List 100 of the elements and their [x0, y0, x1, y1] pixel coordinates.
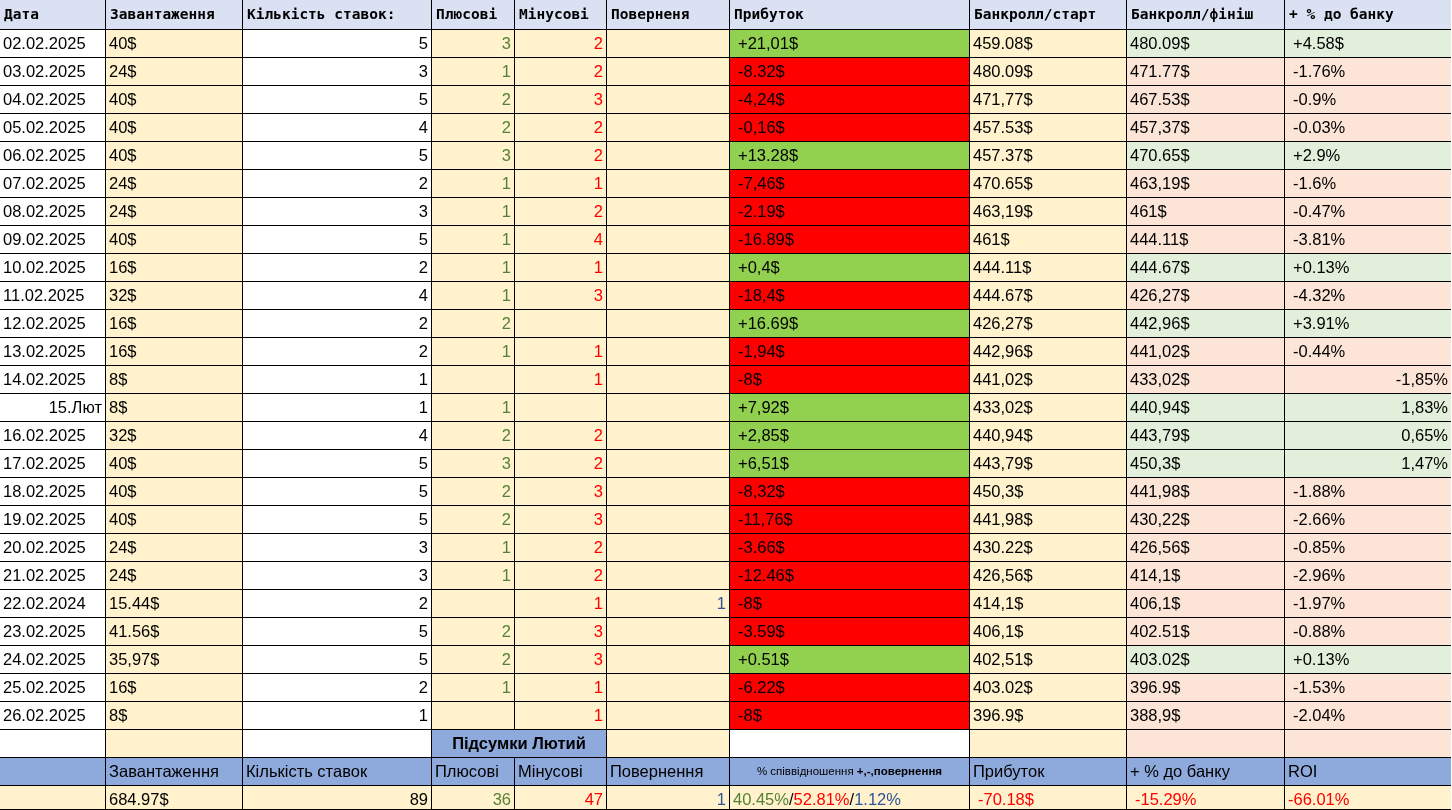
table-cell: 8$ — [106, 366, 242, 393]
column-header: Плюсові — [432, 758, 514, 785]
table-cell: 2 — [432, 114, 514, 141]
table-cell: -1.76% — [1285, 58, 1451, 85]
table-cell: 1 — [432, 254, 514, 281]
table-cell: -70.18$ — [970, 786, 1126, 809]
table-cell: +16.69$ — [730, 310, 969, 337]
table-cell: 14.02.2025 — [0, 366, 105, 393]
table-cell: 5 — [243, 646, 431, 673]
column-header: Кількість ставок: — [243, 0, 431, 29]
table-cell: 461$ — [1127, 198, 1284, 225]
table-cell: 1 — [432, 674, 514, 701]
table-cell: 406,1$ — [970, 618, 1126, 645]
table-cell: 444.67$ — [1127, 254, 1284, 281]
table-cell: 24$ — [106, 562, 242, 589]
table-cell: 396.9$ — [1127, 674, 1284, 701]
table-cell: 2 — [243, 310, 431, 337]
table-cell: 442,96$ — [1127, 310, 1284, 337]
table-cell: -66.01% — [1285, 786, 1451, 809]
table-cell: -4.32% — [1285, 282, 1451, 309]
table-cell: -0.85% — [1285, 534, 1451, 561]
table-cell: +7,92$ — [730, 394, 969, 421]
table-cell: 430,22$ — [1127, 506, 1284, 533]
table-cell: 1 — [515, 366, 606, 393]
table-cell: 1 — [607, 590, 729, 617]
table-cell: -0.88% — [1285, 618, 1451, 645]
table-cell: 433,02$ — [970, 394, 1126, 421]
table-cell: -8$ — [730, 366, 969, 393]
table-cell: 1 — [515, 674, 606, 701]
table-cell: -0.03% — [1285, 114, 1451, 141]
table-cell: 3 — [515, 478, 606, 505]
column-header: Прибуток — [970, 758, 1126, 785]
table-cell: 440,94$ — [970, 422, 1126, 449]
table-cell: 5 — [243, 30, 431, 57]
table-cell: 24$ — [106, 198, 242, 225]
table-cell: 2 — [515, 450, 606, 477]
table-cell: 2 — [432, 422, 514, 449]
table-cell: 684.97$ — [106, 786, 242, 809]
table-cell: 89 — [243, 786, 431, 809]
table-cell: 450,3$ — [1127, 450, 1284, 477]
table-cell: 3 — [243, 534, 431, 561]
table-cell: 15.Лют — [0, 394, 105, 421]
table-cell: +2.9% — [1285, 142, 1451, 169]
table-cell: -3.66$ — [730, 534, 969, 561]
table-cell: 2 — [515, 534, 606, 561]
table-cell: 10.02.2025 — [0, 254, 105, 281]
table-cell: 20.02.2025 — [0, 534, 105, 561]
table-cell: 406,1$ — [1127, 590, 1284, 617]
table-cell: 26.02.2025 — [0, 702, 105, 729]
table-cell: 07.02.2025 — [0, 170, 105, 197]
table-cell: 4 — [515, 226, 606, 253]
table-cell: 5 — [243, 506, 431, 533]
table-cell: 3 — [515, 618, 606, 645]
table-cell: 1 — [432, 394, 514, 421]
table-cell: -2.19$ — [730, 198, 969, 225]
column-header: Поверненя — [607, 0, 729, 29]
table-cell: 2 — [515, 58, 606, 85]
table-cell: 426,56$ — [1127, 534, 1284, 561]
table-cell: +0.51$ — [730, 646, 969, 673]
table-cell: 443,79$ — [970, 450, 1126, 477]
table-cell: 4 — [243, 114, 431, 141]
table-cell: 1,83% — [1285, 394, 1451, 421]
table-cell: 16$ — [106, 310, 242, 337]
table-cell: 40.45%/52.81%/1.12% — [730, 786, 969, 809]
table-cell: 2 — [432, 478, 514, 505]
table-cell: 461$ — [970, 226, 1126, 253]
table-cell: -1.88% — [1285, 478, 1451, 505]
table-cell: 440,94$ — [1127, 394, 1284, 421]
column-header: Плюсові — [432, 0, 514, 29]
table-cell: 40$ — [106, 142, 242, 169]
table-cell: 471.77$ — [1127, 58, 1284, 85]
table-cell: 21.02.2025 — [0, 562, 105, 589]
table-cell: 3 — [432, 30, 514, 57]
table-cell: 1 — [432, 338, 514, 365]
table-cell: 2 — [515, 30, 606, 57]
table-cell: 32$ — [106, 282, 242, 309]
table-cell: 1 — [515, 590, 606, 617]
table-cell: 40$ — [106, 114, 242, 141]
table-cell: 1 — [243, 366, 431, 393]
table-cell: 2 — [243, 674, 431, 701]
table-cell: -4,24$ — [730, 86, 969, 113]
table-cell: 16$ — [106, 254, 242, 281]
table-cell: 2 — [243, 590, 431, 617]
table-cell: 3 — [243, 198, 431, 225]
table-cell: 05.02.2025 — [0, 114, 105, 141]
table-cell: 457.37$ — [970, 142, 1126, 169]
table-cell: -1.53% — [1285, 674, 1451, 701]
table-cell: 40$ — [106, 226, 242, 253]
table-cell: 442,96$ — [970, 338, 1126, 365]
table-cell: 1 — [432, 562, 514, 589]
table-cell: -1,85% — [1285, 366, 1451, 393]
table-cell: 2 — [432, 506, 514, 533]
table-cell: 4 — [243, 422, 431, 449]
table-cell: 1 — [515, 702, 606, 729]
table-cell: 17.02.2025 — [0, 450, 105, 477]
table-cell: 3 — [515, 506, 606, 533]
column-header: Мінусові — [515, 0, 606, 29]
table-cell: 463,19$ — [1127, 170, 1284, 197]
table-cell: -3.81% — [1285, 226, 1451, 253]
table-cell: 32$ — [106, 422, 242, 449]
